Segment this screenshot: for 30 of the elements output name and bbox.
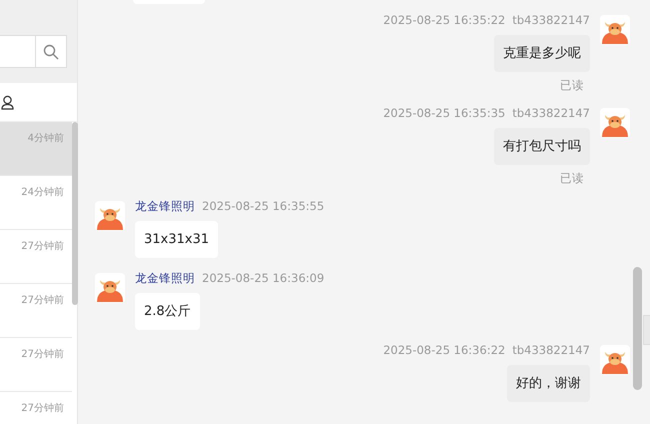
message-time: 2025-08-25 16:35:35 — [383, 106, 506, 120]
read-status: 已读 — [560, 171, 584, 186]
message-bubble: 克重是多少呢 — [494, 35, 590, 72]
read-status: 已读 — [560, 78, 584, 93]
scrollbar-thumb[interactable] — [72, 122, 78, 305]
message-time: 2025-08-25 16:35:55 — [202, 199, 324, 213]
bull-avatar-icon — [600, 108, 630, 138]
bull-avatar-icon — [95, 273, 125, 303]
bull-avatar-icon — [95, 201, 125, 231]
scrollbar-thumb[interactable] — [633, 267, 642, 390]
message-time: 2025-08-25 16:36:22 — [383, 343, 506, 357]
conversation-item[interactable]: 27分钟前 — [0, 338, 72, 392]
sender-name: tb433822147 — [512, 343, 590, 357]
message-time: 2025-08-25 16:36:09 — [202, 271, 324, 285]
sender-name: tb433822147 — [512, 106, 590, 120]
sender-name[interactable]: 龙金锋照明 — [135, 199, 195, 213]
person-icon[interactable] — [1, 94, 14, 110]
message-bubble: 好的，谢谢 — [507, 365, 590, 402]
message-time: 2025-08-25 16:35:22 — [383, 13, 506, 27]
conversation-item[interactable]: 4分钟前 — [0, 122, 72, 176]
message-bubble: 31x31x31 — [135, 221, 218, 258]
sender-name: tb433822147 — [512, 13, 590, 27]
search-icon — [43, 44, 59, 60]
search-field[interactable] — [0, 35, 67, 68]
bull-avatar-icon — [600, 345, 630, 375]
bull-avatar-icon — [600, 15, 630, 45]
message-bubble: 有打包尺寸吗 — [494, 128, 590, 165]
sender-name[interactable]: 龙金锋照明 — [135, 271, 195, 285]
conversation-item[interactable]: 27分钟前 — [0, 392, 72, 424]
message-bubble: 2.8公斤 — [135, 293, 200, 330]
